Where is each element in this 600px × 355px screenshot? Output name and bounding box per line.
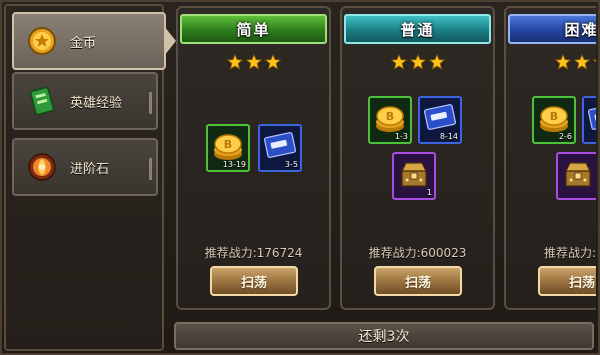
star-icon [245, 54, 262, 70]
treasure-chest-icon [565, 162, 591, 187]
sweep-button[interactable]: 扫荡 [210, 266, 298, 296]
star-icon [554, 54, 571, 70]
star-icon [264, 54, 281, 70]
gold-coin-icon [22, 21, 62, 61]
reward-item-chest[interactable] [556, 152, 596, 200]
exp-ticket-icon [263, 132, 297, 158]
gold-coin-stack-icon: B [376, 106, 404, 132]
difficulty-title: 简单 [180, 14, 327, 44]
difficulty-card-easy: 简单 B 13-19 3-5 推荐战力:176724 扫荡 [176, 6, 331, 310]
sidebar-item-label: 进阶石 [70, 161, 110, 177]
difficulty-title: 普通 [344, 14, 491, 44]
reward-quantity: 8-14 [439, 132, 458, 141]
sidebar-item-label: 英雄经验 [70, 95, 123, 111]
reward-item-gold[interactable]: B 2-6 [532, 96, 576, 144]
reward-item-chest[interactable]: 1 [392, 152, 436, 200]
sweep-button[interactable]: 扫荡 [538, 266, 596, 296]
difficulty-card-normal: 普通 B 1-3 8-14 1 推荐战力:600023 扫荡 [340, 6, 495, 310]
reward-item-exp[interactable]: 3-5 [258, 124, 302, 172]
tab-divider [149, 158, 152, 180]
star-rating [178, 54, 329, 70]
star-icon [428, 54, 445, 70]
sidebar-item-label: 金币 [70, 35, 97, 51]
reward-item-gold[interactable]: B 1-3 [368, 96, 412, 144]
exp-ticket-icon [423, 104, 457, 130]
star-icon [592, 59, 596, 70]
gold-coin-stack-icon: B [214, 134, 242, 160]
exp-ticket-icon [587, 104, 596, 130]
difficulty-card-hard: 困难 B 2-6 推荐战力: 扫荡 [504, 6, 596, 310]
reward-item-exp[interactable] [582, 96, 596, 144]
star-icon [390, 54, 407, 70]
difficulty-title: 困难 [508, 14, 596, 44]
recommended-power: 推荐战力:118 [544, 246, 596, 260]
star-rating [506, 54, 596, 70]
category-sidebar: 金币 英雄经验 进阶石 [4, 4, 176, 351]
remaining-attempts: 还剩3次 [174, 322, 594, 350]
star-icon [409, 54, 426, 70]
sweep-button[interactable]: 扫荡 [374, 266, 462, 296]
reward-list: B 2-6 [506, 94, 596, 214]
reward-item-gold[interactable]: B 13-19 [206, 124, 250, 172]
star-icon [573, 54, 590, 70]
exp-book-icon [22, 81, 62, 121]
tab-divider [149, 92, 152, 114]
svg-text:B: B [386, 110, 394, 123]
sidebar-item-gold[interactable]: 金币 [12, 12, 176, 70]
reward-quantity: 2-6 [558, 132, 572, 141]
svg-text:B: B [550, 110, 558, 123]
advance-stone-icon [22, 147, 62, 187]
reward-quantity: 3-5 [284, 160, 298, 169]
treasure-chest-icon [401, 162, 427, 187]
reward-list: B 13-19 3-5 [178, 94, 329, 214]
gold-coin-stack-icon: B [540, 106, 568, 132]
star-rating [342, 54, 493, 70]
recommended-power: 推荐战力:176724 [204, 246, 303, 260]
difficulty-list: 简单 B 13-19 3-5 推荐战力:176724 扫荡 普通 B 1-3 8… [170, 6, 596, 316]
reward-quantity: 1 [426, 188, 432, 197]
sidebar-item-hero-exp[interactable]: 英雄经验 [12, 72, 158, 130]
reward-list: B 1-3 8-14 1 [342, 94, 493, 214]
star-icon [226, 54, 243, 70]
sidebar-item-advance-stone[interactable]: 进阶石 [12, 138, 158, 196]
svg-text:B: B [224, 138, 232, 151]
reward-quantity: 13-19 [222, 160, 246, 169]
recommended-power: 推荐战力:600023 [368, 246, 467, 260]
reward-quantity: 1-3 [394, 132, 408, 141]
reward-item-exp[interactable]: 8-14 [418, 96, 462, 144]
